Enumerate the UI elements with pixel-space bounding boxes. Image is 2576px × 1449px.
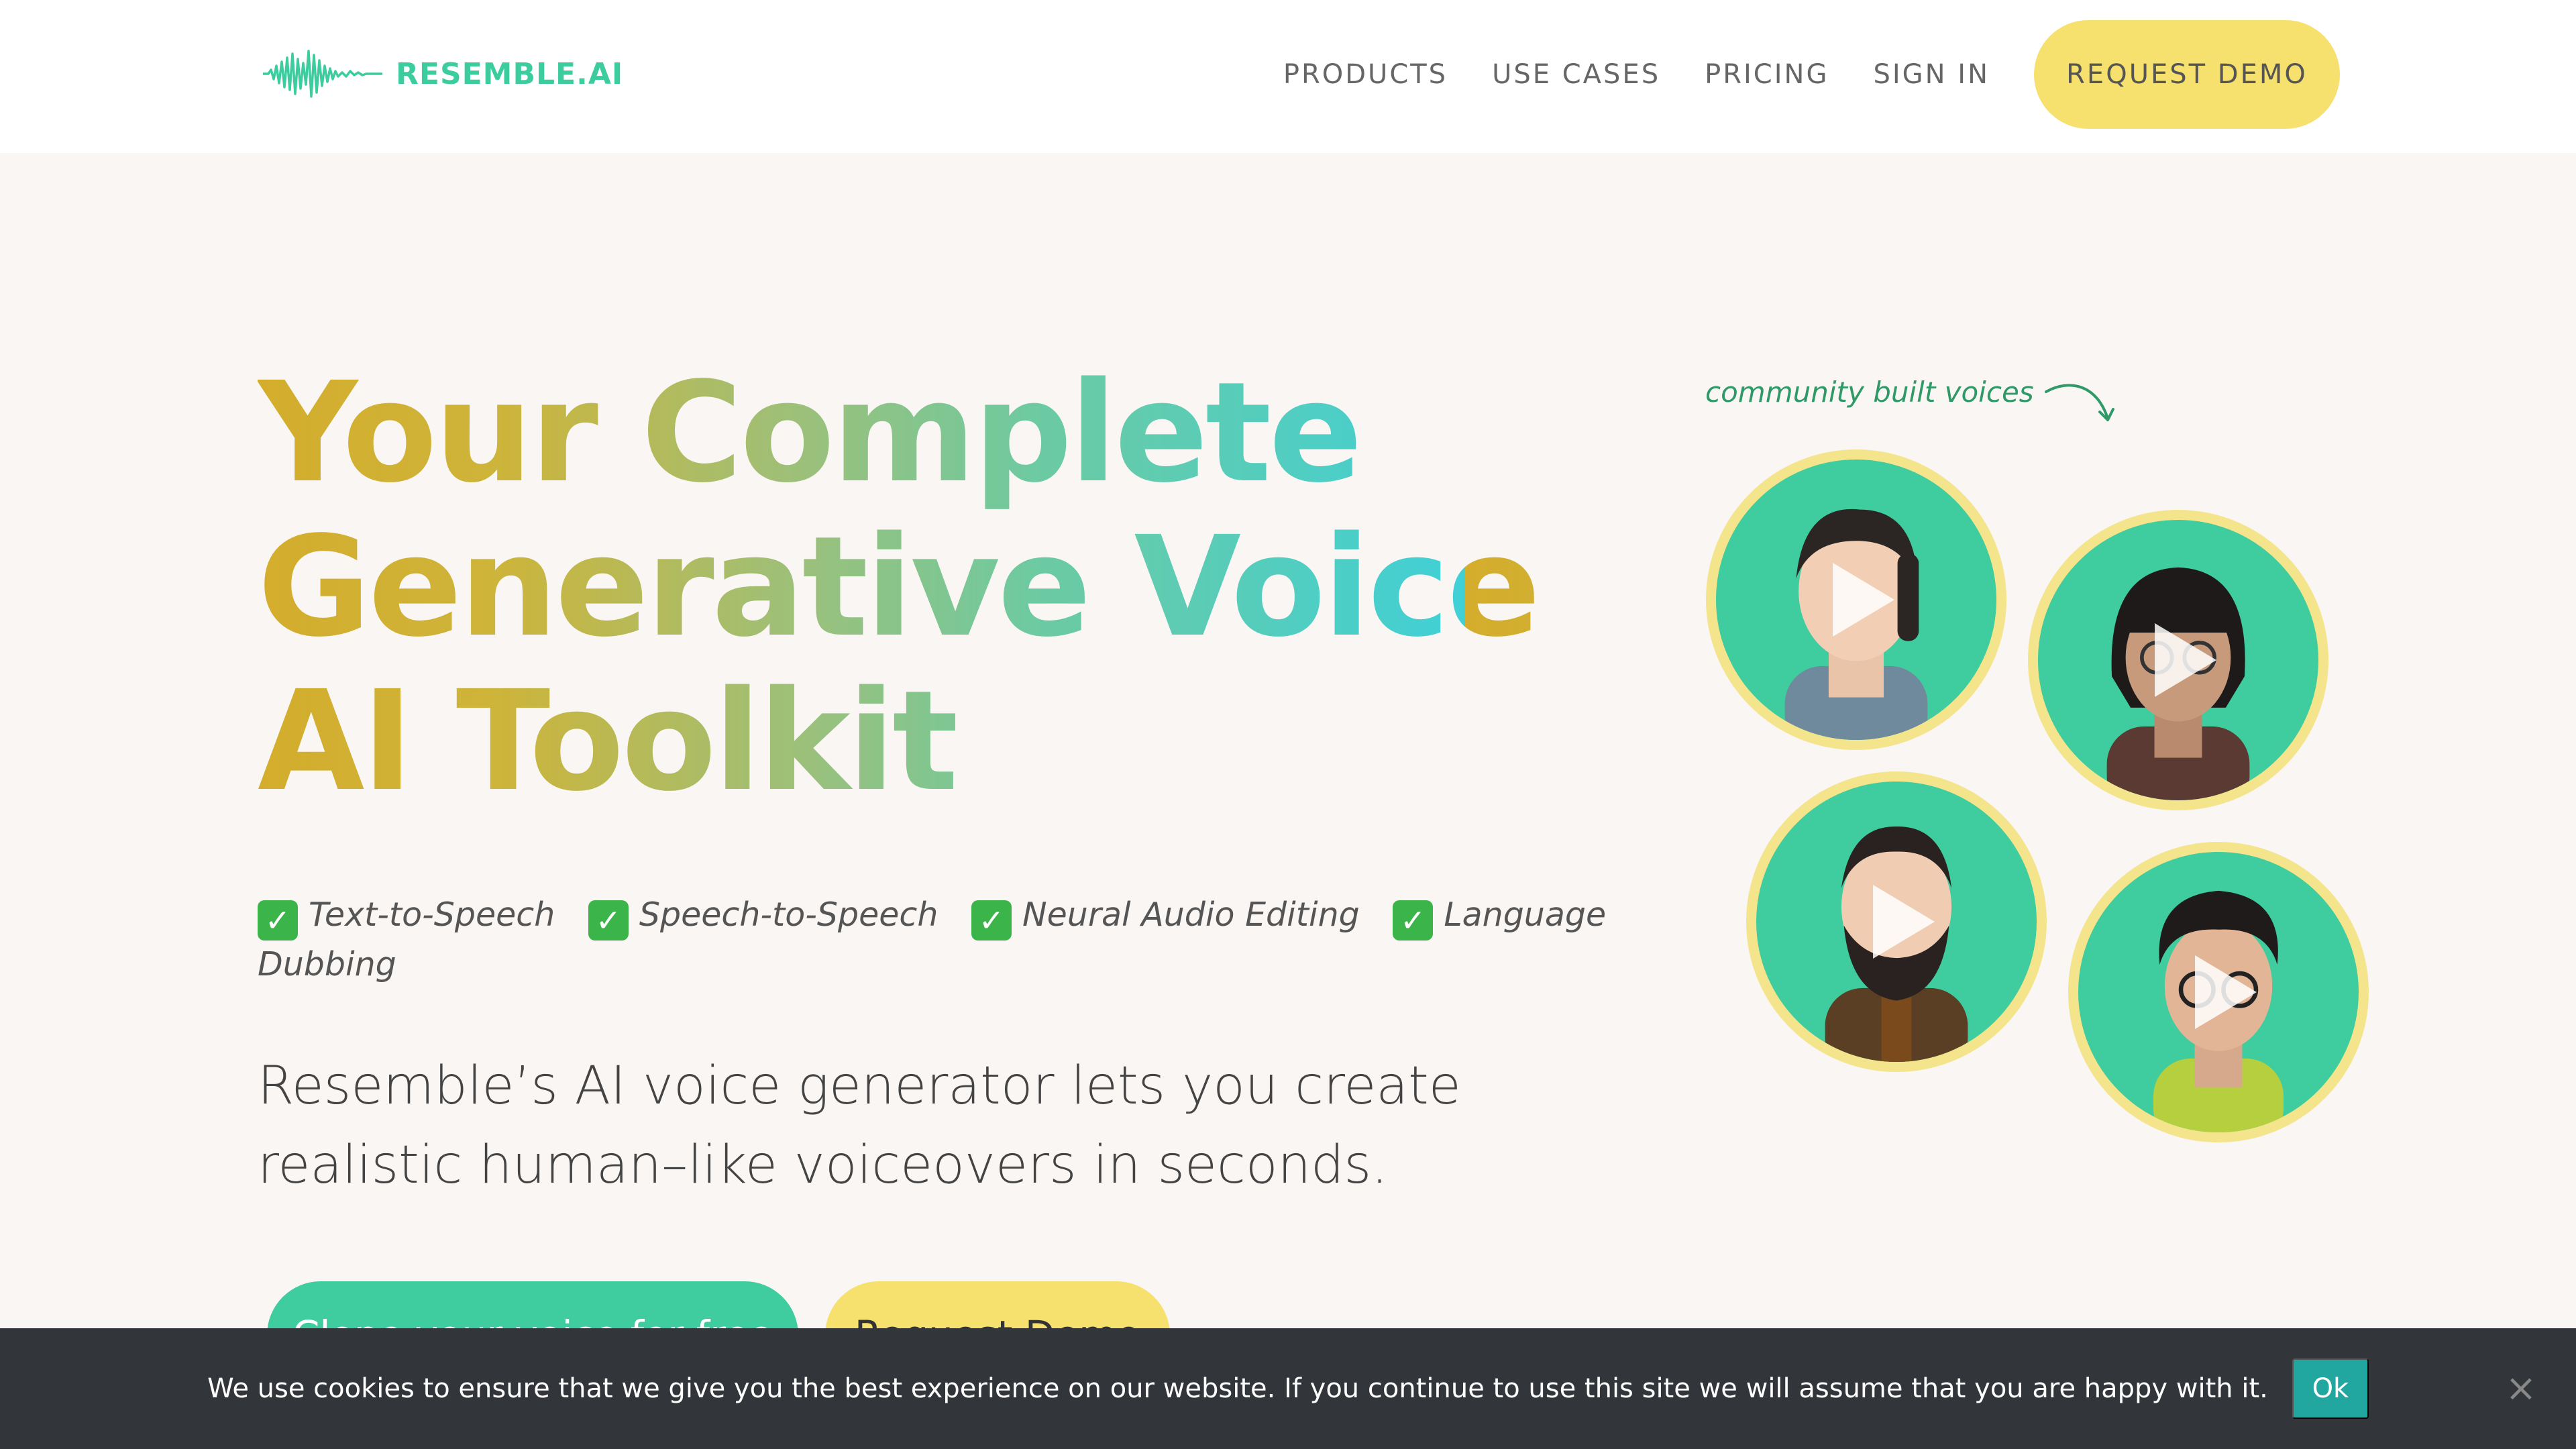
curved-arrow-icon bbox=[2044, 384, 2114, 421]
nav-use-cases[interactable]: USE CASES bbox=[1492, 59, 1660, 90]
feature-item: ✓ Speech-to-Speech bbox=[588, 896, 938, 941]
nav-products[interactable]: PRODUCTS bbox=[1283, 59, 1448, 90]
checkmark-icon: ✓ bbox=[258, 900, 298, 941]
main-nav: PRODUCTS USE CASES PRICING SIGN IN REQUE… bbox=[1283, 20, 2340, 129]
voice-avatar-4[interactable] bbox=[2068, 842, 2369, 1142]
close-icon[interactable]: × bbox=[2505, 1370, 2537, 1407]
play-icon[interactable] bbox=[2155, 623, 2217, 697]
cookie-ok-button[interactable]: Ok bbox=[2292, 1358, 2369, 1419]
community-voices-note: community built voices bbox=[1705, 376, 2117, 432]
logo[interactable]: RESEMBLE.AI bbox=[263, 46, 623, 102]
play-icon[interactable] bbox=[1833, 563, 1895, 637]
play-icon[interactable] bbox=[2195, 955, 2257, 1029]
voice-avatar-1[interactable] bbox=[1706, 449, 2006, 750]
voice-avatar-3[interactable] bbox=[1746, 771, 2047, 1072]
checkmark-icon: ✓ bbox=[1393, 900, 1434, 941]
feature-list: ✓ Text-to-Speech ✓ Speech-to-Speech ✓ Neura… bbox=[258, 891, 1626, 989]
feature-label: Neural Audio Editing bbox=[1022, 896, 1360, 934]
checkmark-icon: ✓ bbox=[588, 900, 629, 941]
community-voices-label: community built voices bbox=[1705, 376, 2034, 409]
nav-sign-in[interactable]: SIGN IN bbox=[1873, 59, 1990, 90]
feature-item: ✓ Text-to-Speech bbox=[258, 896, 555, 941]
feature-item: ✓ Neural Audio Editing bbox=[971, 896, 1360, 941]
headline-line-1: Your Complete bbox=[258, 356, 1586, 510]
nav-pricing[interactable]: PRICING bbox=[1705, 59, 1829, 90]
waveform-icon bbox=[263, 50, 382, 98]
cookie-banner: We use cookies to ensure that we give yo… bbox=[0, 1328, 2576, 1449]
headline-line-2: Generative Voice bbox=[258, 510, 1586, 664]
feature-label: Speech-to-Speech bbox=[639, 896, 938, 934]
voice-avatar-2[interactable] bbox=[2028, 510, 2328, 810]
checkmark-icon: ✓ bbox=[971, 900, 1012, 941]
headline-line-3: AI Toolkit bbox=[258, 664, 1586, 818]
logo-text: RESEMBLE.AI bbox=[396, 56, 624, 91]
hero-description: Resemble’s AI voice generator lets you c… bbox=[258, 1056, 1461, 1195]
request-demo-button[interactable]: REQUEST DEMO bbox=[2034, 20, 2340, 129]
feature-label: Text-to-Speech bbox=[309, 896, 555, 934]
site-header: RESEMBLE.AI PRODUCTS USE CASES PRICING S… bbox=[0, 0, 2576, 153]
hero-headline: Your Complete Generative Voice AI Toolki… bbox=[258, 356, 1586, 818]
cookie-message: We use cookies to ensure that we give yo… bbox=[207, 1373, 2268, 1404]
play-icon[interactable] bbox=[1873, 885, 1935, 959]
